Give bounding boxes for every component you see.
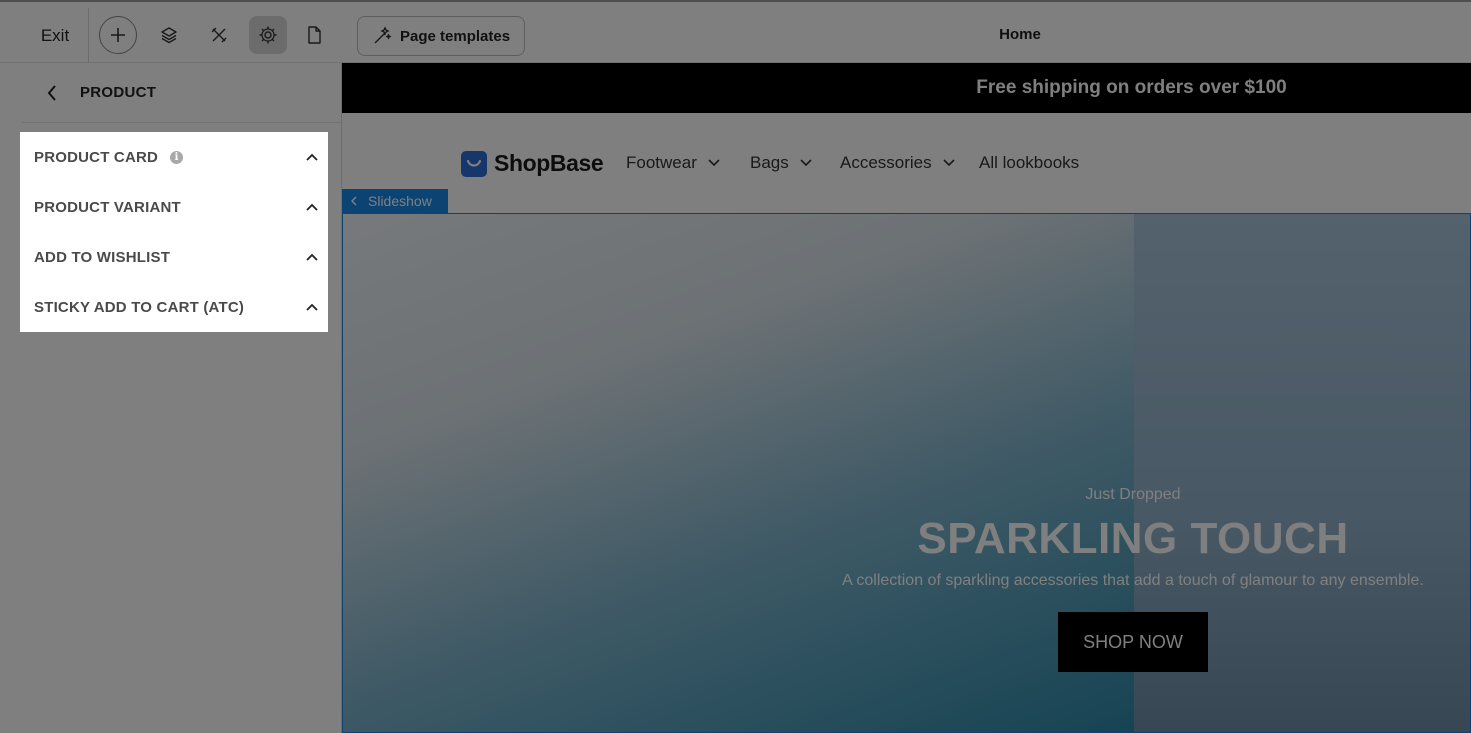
chevron-left-icon — [350, 196, 357, 206]
sidebar-item-product-card[interactable]: PRODUCT CARD i — [20, 132, 328, 182]
hero-content: Just Dropped SPARKLING TOUCH A collectio… — [823, 486, 1443, 672]
sidebar-item-product-variant[interactable]: PRODUCT VARIANT — [20, 182, 328, 232]
logo-text: ShopBase — [494, 150, 604, 176]
chevron-up-icon[interactable] — [302, 147, 322, 167]
sidebar-item-label: STICKY ADD TO CART (ATC) — [34, 298, 245, 316]
layers-button[interactable] — [150, 16, 188, 54]
nav-item-label: All lookbooks — [979, 153, 1080, 172]
chevron-down-icon — [799, 156, 813, 170]
page-icon — [308, 26, 321, 44]
sidebar-header: PRODUCT — [22, 63, 342, 123]
product-settings-list: PRODUCT CARD i PRODUCT VARIANT ADD TO WI… — [20, 132, 328, 332]
settings-button[interactable] — [249, 16, 287, 54]
back-button[interactable] — [34, 75, 70, 111]
chevron-up-icon[interactable] — [302, 297, 322, 317]
store-header: ShopBase Footwear Bags Accessories All l… — [342, 113, 1471, 213]
nav-item-bags[interactable]: Bags — [750, 153, 813, 173]
info-icon[interactable]: i — [170, 150, 184, 164]
shopbase-logo-icon — [461, 150, 487, 177]
nav-item-all-lookbooks[interactable]: All lookbooks — [979, 153, 1079, 173]
chevron-down-icon — [942, 156, 956, 170]
hero-kicker: Just Dropped — [1085, 486, 1181, 503]
announcement-text: Free shipping on orders over $100 — [976, 77, 1287, 98]
page-preview: Free shipping on orders over $100 ShopBa… — [342, 63, 1471, 733]
page-templates-button[interactable]: Page templates — [357, 16, 525, 56]
editor-toolbar: Exit Page templates Home — [0, 0, 1471, 64]
shop-now-button[interactable]: SHOP NOW — [1058, 612, 1208, 672]
layers-icon — [161, 27, 177, 44]
chevron-up-icon[interactable] — [302, 197, 322, 217]
nav-item-accessories[interactable]: Accessories — [840, 153, 956, 173]
sidebar-item-label: PRODUCT VARIANT — [34, 198, 181, 216]
sidebar-title: PRODUCT — [80, 84, 157, 101]
nav-item-footwear[interactable]: Footwear — [626, 153, 721, 173]
exit-button[interactable]: Exit — [24, 16, 86, 56]
nav-item-label: Bags — [750, 153, 789, 172]
slideshow-hero[interactable]: Just Dropped SPARKLING TOUCH A collectio… — [342, 213, 1471, 733]
nav-item-label: Footwear — [626, 153, 697, 172]
design-icon — [211, 27, 227, 43]
magic-wand-icon — [374, 26, 392, 44]
sidebar-item-add-to-wishlist[interactable]: ADD TO WISHLIST — [20, 232, 328, 282]
store-logo[interactable]: ShopBase — [461, 150, 604, 177]
toolbar-divider — [88, 8, 89, 64]
page-templates-label: Page templates — [400, 27, 511, 45]
current-page-selector[interactable]: Home — [960, 26, 1080, 43]
section-tag-slideshow[interactable]: Slideshow — [342, 189, 448, 213]
gear-icon — [259, 26, 277, 44]
hero-subtitle: A collection of sparkling accessories th… — [842, 572, 1424, 589]
add-section-button[interactable] — [99, 16, 137, 54]
section-tag-label: Slideshow — [368, 193, 432, 209]
chevron-up-icon[interactable] — [302, 247, 322, 267]
sidebar-item-label: PRODUCT CARD — [34, 148, 159, 166]
sidebar-item-sticky-atc[interactable]: STICKY ADD TO CART (ATC) — [20, 282, 328, 332]
hero-title: SPARKLING TOUCH — [917, 514, 1349, 563]
plus-icon — [111, 28, 125, 42]
announcement-bar: Free shipping on orders over $100 — [342, 63, 1471, 113]
chevron-left-icon — [47, 84, 56, 101]
pages-button[interactable] — [295, 16, 333, 54]
nav-item-label: Accessories — [840, 153, 932, 172]
sidebar-item-label: ADD TO WISHLIST — [34, 248, 171, 266]
design-button[interactable] — [200, 16, 238, 54]
chevron-down-icon — [707, 156, 721, 170]
